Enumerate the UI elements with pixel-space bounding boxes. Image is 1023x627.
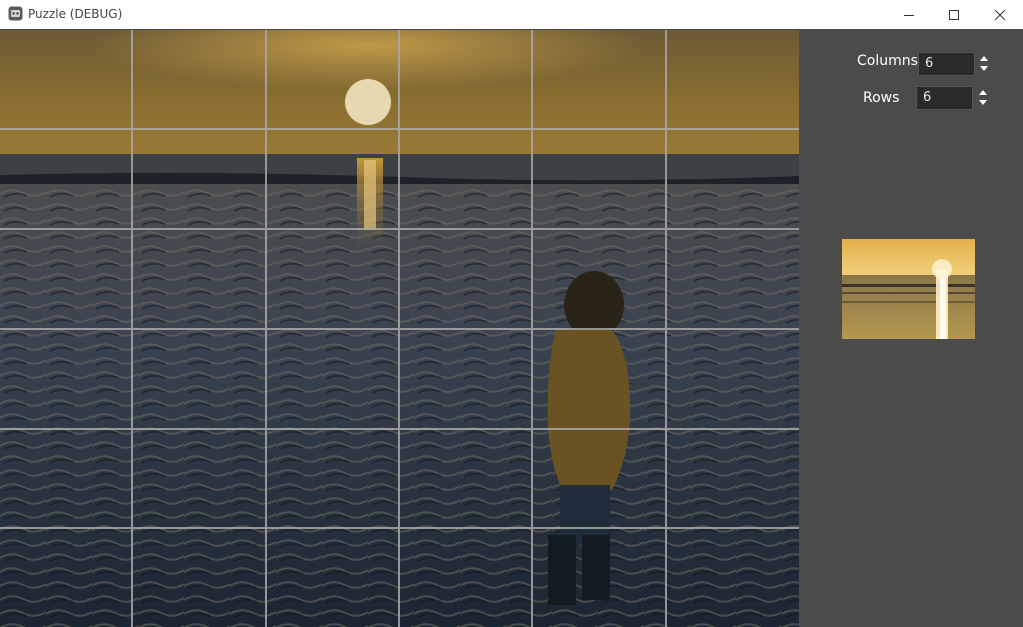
puzzle-board[interactable]	[0, 30, 799, 627]
columns-value[interactable]: 6	[925, 56, 933, 71]
spin-up-icon	[980, 56, 988, 61]
maximize-button[interactable]	[931, 0, 977, 29]
puzzle-grid	[0, 30, 799, 627]
close-icon	[994, 9, 1006, 20]
window-title: Puzzle (DEBUG)	[28, 7, 123, 21]
columns-label: Columns	[857, 53, 918, 69]
rows-spin-arrows[interactable]	[977, 86, 989, 110]
minimize-icon	[904, 14, 914, 16]
columns-spinbox[interactable]: 6	[918, 52, 975, 76]
columns-spin-arrows[interactable]	[978, 52, 990, 76]
settings-panel: Columns 6 Rows 6	[799, 30, 1023, 627]
app-icon	[8, 6, 23, 21]
preview-thumbnail	[842, 239, 975, 339]
spin-down-icon	[979, 100, 987, 105]
minimize-button[interactable]	[886, 0, 932, 29]
rows-spinbox[interactable]: 6	[916, 86, 973, 110]
close-button[interactable]	[977, 0, 1023, 29]
title-bar: Puzzle (DEBUG)	[0, 0, 1023, 29]
spin-down-icon	[980, 66, 988, 71]
rows-value[interactable]: 6	[923, 90, 931, 105]
rows-label: Rows	[863, 90, 900, 106]
maximize-icon	[949, 9, 959, 20]
spin-up-icon	[979, 90, 987, 95]
